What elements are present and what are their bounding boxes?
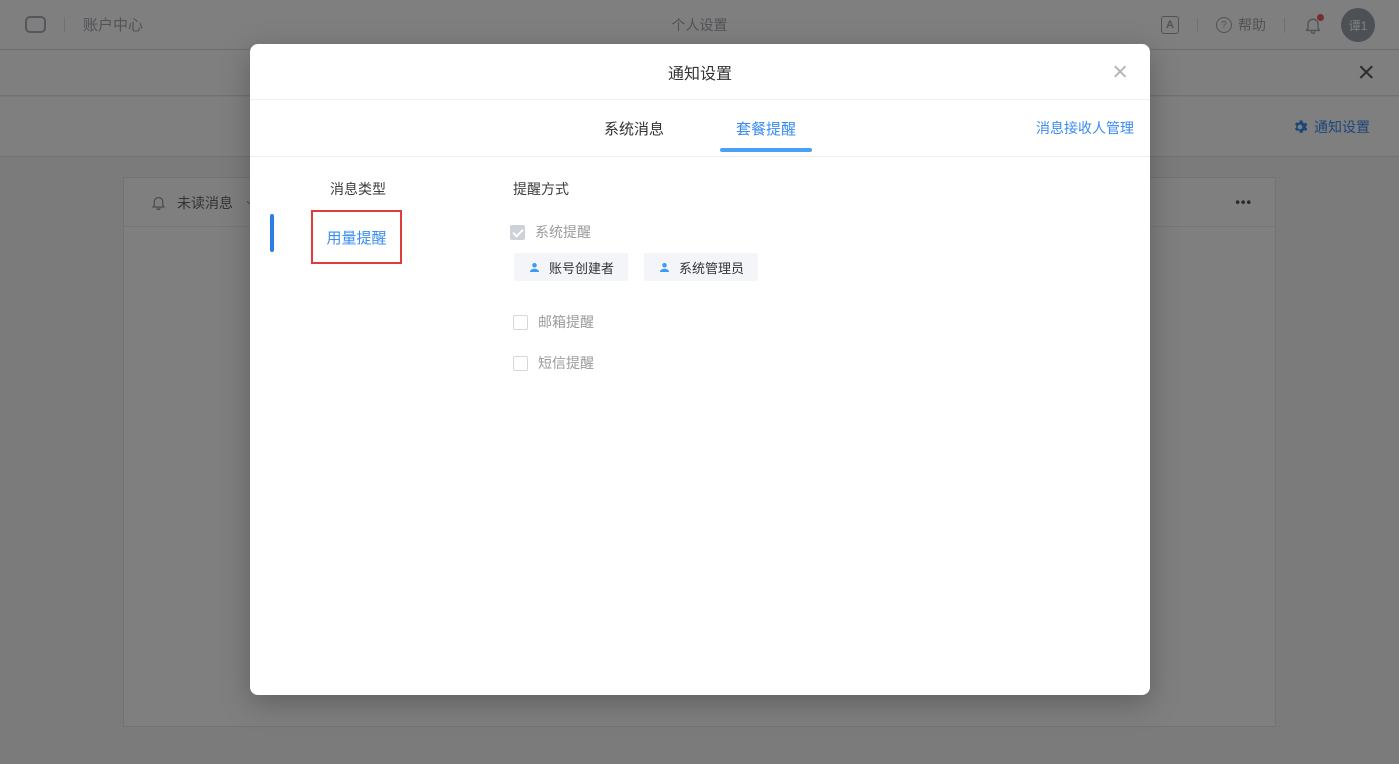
recipient-tags: 账号创建者 系统管理员	[514, 253, 758, 281]
option-email-reminder: 邮箱提醒	[513, 312, 594, 332]
sms-reminder-checkbox[interactable]	[513, 356, 528, 371]
message-type-header: 消息类型	[330, 179, 386, 199]
message-type-usage-reminder[interactable]: 用量提醒	[326, 227, 386, 248]
tab-system-messages[interactable]: 系统消息	[588, 100, 680, 156]
system-reminder-checkbox	[510, 225, 525, 240]
email-reminder-label[interactable]: 邮箱提醒	[538, 312, 594, 332]
person-icon	[528, 261, 541, 274]
option-sms-reminder: 短信提醒	[513, 353, 594, 373]
modal-title: 通知设置	[250, 60, 1150, 84]
system-reminder-label: 系统提醒	[535, 222, 591, 242]
tag-account-creator: 账号创建者	[514, 253, 628, 281]
modal-tab-bar: 系统消息 套餐提醒 消息接收人管理	[250, 100, 1150, 157]
person-icon	[658, 261, 671, 274]
tab-package-reminder[interactable]: 套餐提醒	[720, 100, 812, 156]
tag-label: 系统管理员	[679, 258, 744, 277]
annotation-box: 用量提醒	[311, 210, 402, 264]
tag-system-admin: 系统管理员	[644, 253, 758, 281]
modal-header: 通知设置 ×	[250, 44, 1150, 100]
tag-label: 账号创建者	[549, 258, 614, 277]
screen: 账户中心 个人设置 A ? 帮助 谭1 ×	[0, 0, 1399, 764]
active-item-indicator	[270, 214, 274, 252]
modal-body: 消息类型 提醒方式 用量提醒 系统提醒 账号创建者	[250, 157, 1150, 695]
sms-reminder-label[interactable]: 短信提醒	[538, 353, 594, 373]
notification-settings-modal: 通知设置 × 系统消息 套餐提醒 消息接收人管理 消息类型 提醒方式 用量提醒 …	[250, 44, 1150, 695]
option-system-reminder: 系统提醒	[510, 222, 591, 242]
recipients-management-link[interactable]: 消息接收人管理	[1036, 118, 1134, 138]
email-reminder-checkbox[interactable]	[513, 315, 528, 330]
modal-close-icon[interactable]: ×	[1112, 58, 1128, 85]
remind-method-header: 提醒方式	[513, 179, 569, 199]
